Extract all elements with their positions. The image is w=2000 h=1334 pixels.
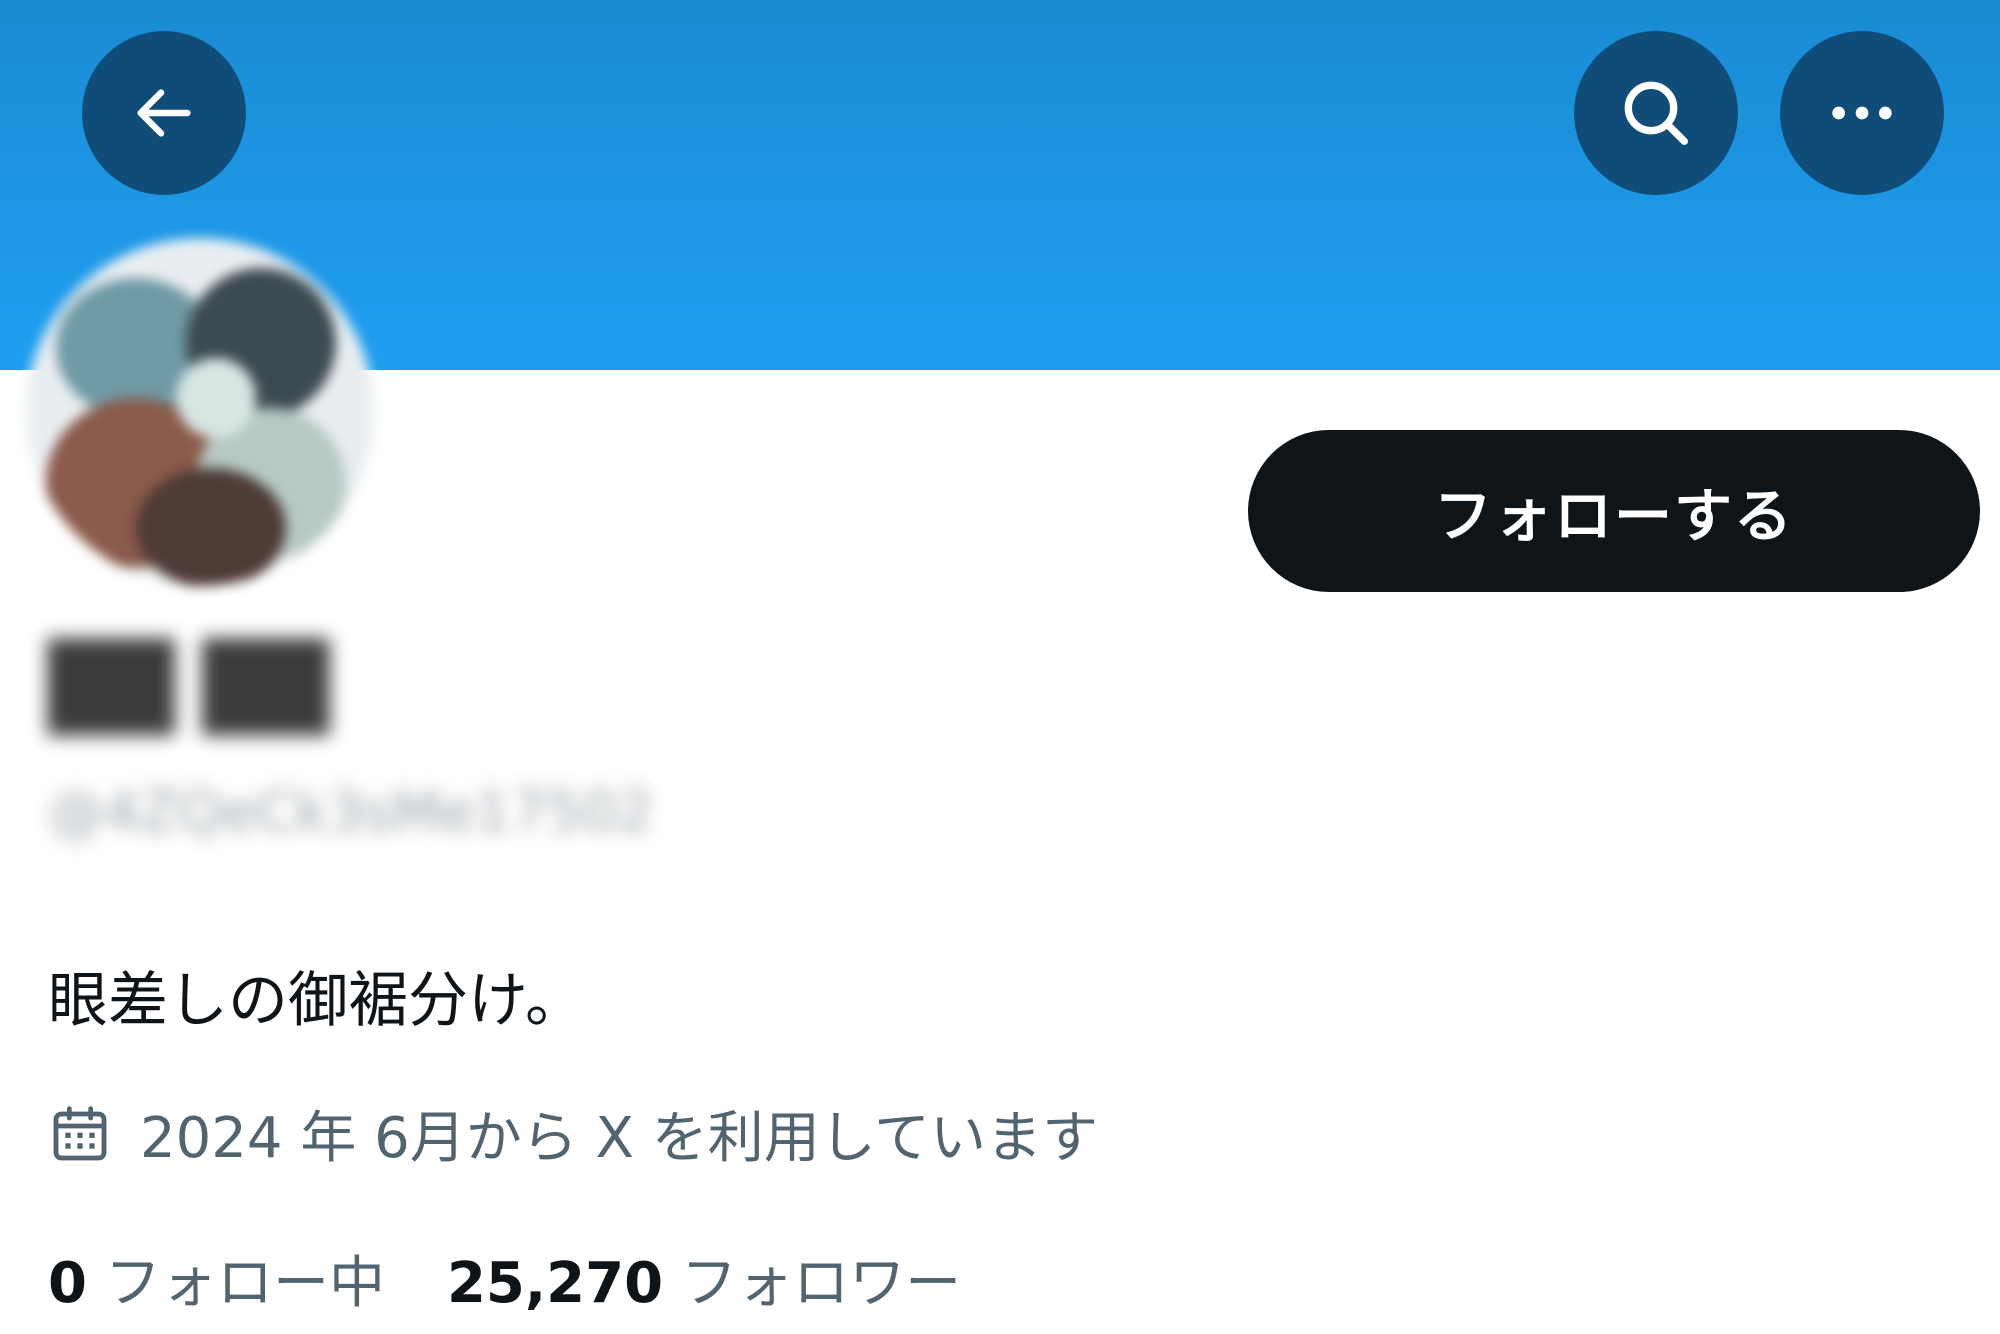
- arrow-left-icon: [137, 89, 191, 137]
- calendar-icon: [48, 1102, 112, 1166]
- follow-button[interactable]: フォローする: [1248, 430, 1980, 592]
- more-options-button[interactable]: [1780, 31, 1944, 195]
- following-count: 0: [48, 1251, 87, 1316]
- profile-bio: 眼差しの御裾分け。: [48, 966, 585, 1036]
- joined-date: 2024 年 6月から X を利用しています: [48, 1093, 1098, 1174]
- avatar[interactable]: [26, 238, 374, 586]
- user-handle: @4ZQeCk3sMe17502: [48, 780, 654, 845]
- following-link[interactable]: 0 フォロー中: [48, 1238, 385, 1319]
- follow-stats: 0 フォロー中 25,270 フォロワー: [48, 1238, 961, 1319]
- search-icon: [1624, 81, 1688, 145]
- followers-label: フォロワー: [681, 1251, 962, 1316]
- joined-date-text: 2024 年 6月から X を利用しています: [140, 1106, 1099, 1171]
- followers-link[interactable]: 25,270 フォロワー: [447, 1238, 961, 1319]
- display-name: ██ ██: [48, 640, 329, 735]
- following-label: フォロー中: [104, 1251, 385, 1316]
- more-horizontal-icon: [1832, 106, 1892, 120]
- back-button[interactable]: [82, 31, 246, 195]
- followers-count: 25,270: [446, 1251, 664, 1316]
- search-button[interactable]: [1574, 31, 1738, 195]
